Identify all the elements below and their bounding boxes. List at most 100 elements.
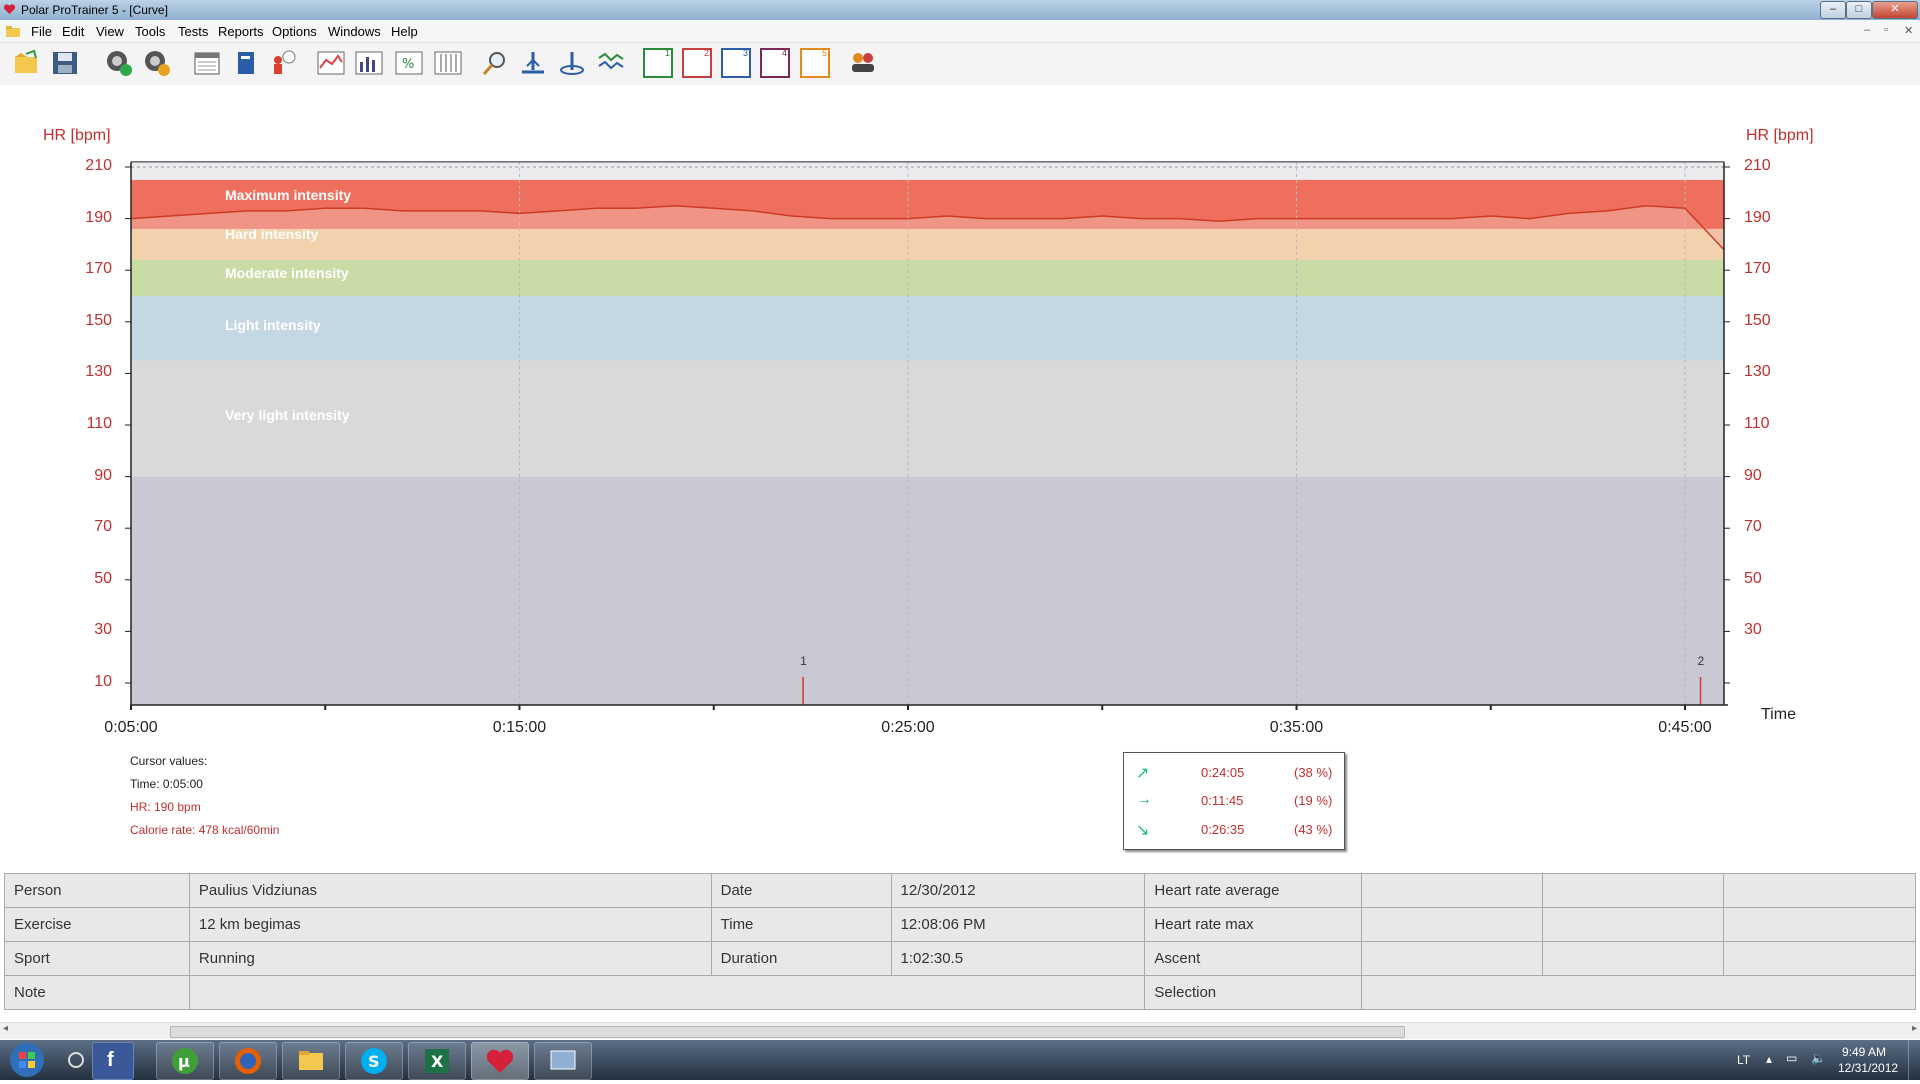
network-icon[interactable]: ▭ [1786,1051,1797,1065]
summary-percent: (19 %) [1294,793,1333,808]
zone-label: Light intensity [225,317,321,333]
curve3-label: 3 [742,48,748,58]
target-icon[interactable] [557,48,587,78]
windows-taskbar: f µ S X LT ▴ ▭ 🔈 9:49 AM 12/31/2012 [0,1040,1920,1080]
facebook-icon[interactable]: f [92,1042,134,1080]
date-value[interactable]: 12/30/2012 [890,873,1146,908]
menu-reports[interactable]: Reports [218,24,264,39]
windows-start-icon[interactable] [8,1042,46,1078]
summary-time: 0:11:45 [1201,793,1244,808]
excel-icon[interactable]: X [408,1042,466,1080]
time-value[interactable]: 12:08:06 PM [890,907,1146,942]
calendar-icon[interactable] [192,48,222,78]
summary-time: 0:24:05 [1201,765,1245,780]
person-value[interactable]: Paulius Vidziunas [188,873,712,908]
note-label: Note [4,975,190,1010]
save-icon[interactable] [50,48,80,78]
x-tick-label: 0:35:00 [1269,719,1324,736]
exercise-label: Exercise [4,907,190,942]
book-icon[interactable] [231,48,261,78]
utorrent-icon[interactable]: µ [156,1042,214,1080]
hr-average-extra [1542,873,1725,908]
y-tick-label-right: 50 [1744,569,1762,587]
curve3-icon[interactable]: 3 [721,48,751,78]
cursor-values-heading: Cursor values: [130,754,208,768]
y-tick-label-right: 170 [1744,260,1771,278]
y-tick-label-left: 70 [94,518,112,536]
show-hidden-icons-icon[interactable]: ▴ [1766,1052,1772,1066]
mdi-restore-button[interactable]: ▫ [1884,24,1888,36]
menu-tests[interactable]: Tests [178,24,208,39]
scroll-right-arrow-icon[interactable]: ▸ [1912,1023,1917,1034]
scroll-left-arrow-icon[interactable]: ◂ [3,1023,8,1034]
clock-date[interactable]: 12/31/2012 [1838,1061,1898,1075]
menu-tools[interactable]: Tools [135,24,165,39]
minimize-button[interactable]: – [1820,1,1846,19]
svg-text:µ: µ [178,1052,190,1071]
summary-row-up: ↗ 0:24:05 (38 %) [1124,761,1344,785]
ascent-label: Ascent [1144,941,1363,976]
sport-value[interactable]: Running [188,941,712,976]
curve5-icon[interactable]: 5 [800,48,830,78]
scrollbar-thumb[interactable] [170,1026,1405,1038]
exercise-value[interactable]: 12 km begimas [188,907,712,942]
curve1-icon[interactable]: 1 [643,48,673,78]
zoom-icon[interactable] [480,48,510,78]
curve2-icon[interactable]: 2 [682,48,712,78]
sync-icon[interactable] [104,48,134,78]
ascent-extra [1542,941,1725,976]
person-weight-icon[interactable] [268,48,298,78]
volume-icon[interactable]: 🔈 [1811,1051,1826,1065]
note-value[interactable] [188,975,1146,1010]
x-tick-label: 0:15:00 [492,719,547,736]
close-button[interactable]: ✕ [1872,1,1918,19]
clock-time[interactable]: 9:49 AM [1842,1045,1886,1059]
x-tick-label: 0:25:00 [881,719,935,736]
duration-value[interactable]: 1:02:30.5 [890,941,1146,976]
x-tick-label: 0:05:00 [104,719,158,736]
firefox-icon[interactable] [219,1042,277,1080]
y-tick-label-left: 210 [85,157,112,174]
table-icon[interactable] [433,48,463,78]
hr-average-label: Heart rate average [1144,873,1363,908]
menu-edit[interactable]: Edit [62,24,84,39]
x-tick-label: 0:45:00 [1658,719,1712,736]
measure-icon[interactable] [518,48,548,78]
menu-bar: File Edit View Tools Tests Reports Optio… [0,20,1920,43]
cursor-time: Time: 0:05:00 [130,777,203,791]
maximize-button[interactable]: □ [1846,1,1872,19]
time-label: Time [710,907,892,942]
explorer-icon[interactable] [282,1042,340,1080]
users-icon[interactable] [848,48,878,78]
curve4-icon[interactable]: 4 [760,48,790,78]
settings-icon[interactable] [142,48,172,78]
recycle-icon[interactable] [66,1050,86,1070]
menu-options[interactable]: Options [272,24,317,39]
language-indicator[interactable]: LT [1737,1053,1750,1067]
multi-line-icon[interactable] [596,48,626,78]
line-graph-icon[interactable] [316,48,346,78]
y-tick-label-right: 90 [1744,466,1762,484]
menu-view[interactable]: View [96,24,124,39]
y-tick-label-left: 10 [94,673,112,690]
menu-help[interactable]: Help [391,24,418,39]
y-tick-label-left: 130 [85,363,112,381]
menu-windows[interactable]: Windows [328,24,381,39]
folder-icon [6,26,20,37]
bar-graph-icon[interactable] [354,48,384,78]
skype-icon[interactable]: S [345,1042,403,1080]
show-desktop-button[interactable] [1908,1040,1920,1080]
horizontal-scrollbar[interactable]: ◂ ▸ [0,1022,1920,1039]
menu-file[interactable]: File [31,24,52,39]
y-tick-label-left: 30 [94,621,112,639]
cursor-values-panel: Cursor values: Time: 0:05:00 HR: 190 bpm… [130,750,279,842]
polar-heart-icon[interactable] [471,1042,529,1080]
hr-curve-chart[interactable]: 12 [0,85,1920,710]
mdi-close-button[interactable]: ✕ [1904,24,1913,37]
desktop-icon[interactable] [534,1042,592,1080]
hr-max-value [1361,907,1544,942]
y-tick-label-left: 150 [85,311,112,329]
mdi-minimize-button[interactable]: – [1864,24,1870,36]
percent-grid-icon[interactable]: % [394,48,424,78]
open-folder-icon[interactable] [12,48,42,78]
